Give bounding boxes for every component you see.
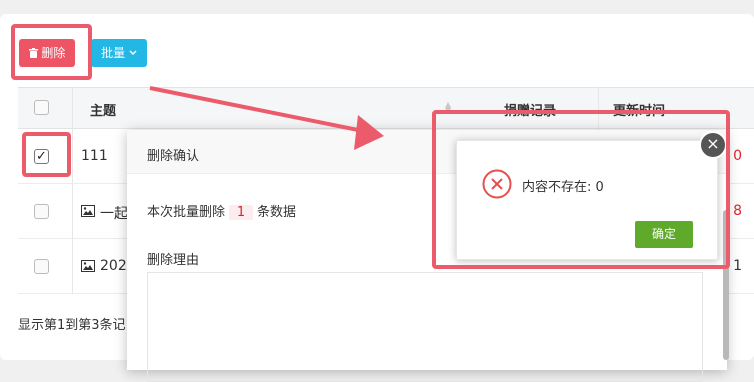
annotation-arrow — [149, 86, 384, 150]
